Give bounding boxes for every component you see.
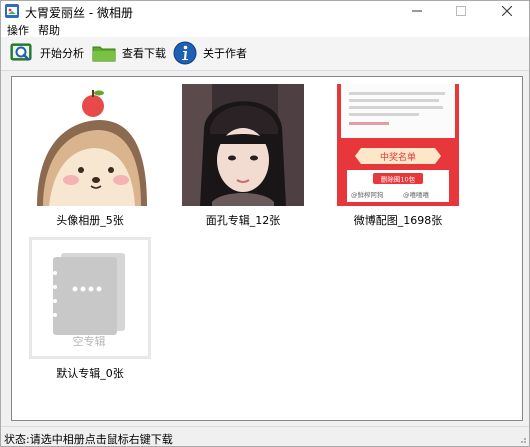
toolbar: 开始分析 查看下载 关于作者 [1, 37, 529, 71]
info-icon [173, 41, 197, 65]
minimize-button[interactable] [395, 1, 439, 21]
analyze-search-icon [10, 43, 32, 61]
svg-text:@鲜榨阿狗: @鲜榨阿狗 [351, 190, 384, 199]
window-title: 大胃爱丽丝 - 微相册 [25, 6, 133, 20]
close-icon [502, 6, 512, 16]
weibo-promo-thumbnail: 中奖名单 删除图10包 @鲜榨阿狗 @嘻嘻嘻 [337, 84, 459, 206]
minimize-icon [412, 10, 422, 12]
svg-text:空专辑: 空专辑 [73, 334, 106, 348]
close-button[interactable] [485, 1, 529, 21]
menu-operate[interactable]: 操作 [7, 22, 29, 38]
view-downloads-label: 查看下载 [122, 47, 166, 60]
start-analysis-label: 开始分析 [40, 47, 84, 60]
maximize-icon [456, 6, 466, 16]
empty-album-thumbnail: 空专辑 [29, 237, 151, 359]
svg-text:删除图10包: 删除图10包 [381, 175, 416, 184]
status-text: 状态:请选中相册点击鼠标右键下载 [4, 433, 173, 446]
about-author-label: 关于作者 [203, 47, 247, 60]
menu-bar: 操作 帮助 [1, 21, 529, 37]
album-caption: 微博配图_1698张 [353, 214, 443, 227]
view-downloads-button[interactable]: 查看下载 [92, 39, 166, 67]
menu-help[interactable]: 帮助 [38, 22, 60, 38]
album-list[interactable]: 头像相册_5张 面孔专辑_12张 中奖名单 删除图10包 @鲜榨阿狗 @嘻嘻嘻 … [11, 76, 523, 421]
svg-text:中奖名单: 中奖名单 [380, 151, 416, 163]
portrait-thumbnail [182, 84, 304, 206]
svg-text:@嘻嘻嘻: @嘻嘻嘻 [403, 190, 430, 199]
album-caption: 面孔专辑_12张 [205, 214, 281, 227]
title-bar[interactable]: 大胃爱丽丝 - 微相册 [1, 1, 529, 21]
status-bar: 状态:请选中相册点击鼠标右键下载 [1, 426, 529, 446]
app-logo-icon [5, 4, 19, 18]
maximize-button[interactable] [439, 1, 483, 21]
album-caption: 默认专辑_0张 [56, 367, 124, 380]
hedgehog-thumbnail [29, 84, 151, 206]
about-author-button[interactable]: 关于作者 [173, 39, 247, 67]
resize-grip-icon[interactable] [517, 434, 527, 444]
album-caption: 头像相册_5张 [56, 214, 124, 227]
app-window: 大胃爱丽丝 - 微相册 操作 帮助 开始分析 查看下载 关于作者 头像相册_5张… [0, 0, 530, 447]
folder-icon [92, 46, 116, 62]
start-analysis-button[interactable]: 开始分析 [10, 39, 84, 67]
